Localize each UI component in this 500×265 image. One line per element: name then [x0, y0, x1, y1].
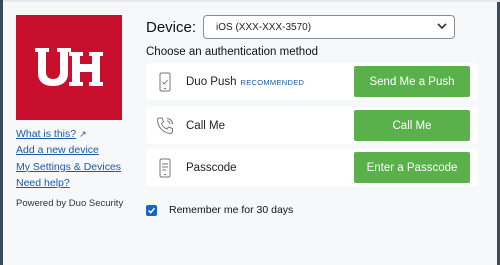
- phone-handset-icon: [150, 116, 180, 136]
- remember-me-row: Remember me for 30 days: [146, 204, 293, 216]
- what-is-this-link[interactable]: What is this? ↗: [16, 126, 121, 142]
- help-links: What is this? ↗ Add a new device My Setti…: [16, 126, 121, 191]
- add-device-link[interactable]: Add a new device: [16, 142, 121, 158]
- uh-logo-mark: [35, 47, 103, 86]
- send-push-button[interactable]: Send Me a Push: [354, 66, 470, 97]
- device-select-value: iOS (XXX-XXX-3570): [216, 21, 312, 33]
- duo-prompt-frame: What is this? ↗ Add a new device My Setti…: [0, 0, 500, 265]
- chevron-down-icon: [437, 22, 447, 32]
- remember-me-label: Remember me for 30 days: [169, 204, 294, 216]
- settings-devices-link[interactable]: My Settings & Devices: [16, 159, 121, 175]
- method-passcode: Passcode Enter a Passcode: [146, 149, 478, 186]
- choose-method-heading: Choose an authentication method: [146, 46, 318, 58]
- passcode-device-icon: [150, 158, 180, 178]
- call-me-button[interactable]: Call Me: [354, 110, 470, 141]
- enter-passcode-button[interactable]: Enter a Passcode: [354, 152, 470, 183]
- device-select[interactable]: iOS (XXX-XXX-3570): [203, 15, 455, 39]
- call-me-label: Call Me: [186, 119, 225, 132]
- what-is-this-label: What is this?: [16, 128, 77, 140]
- powered-by-text: Powered by Duo Security: [16, 198, 124, 209]
- device-label: Device:: [146, 18, 197, 36]
- external-link-icon: ↗: [79, 129, 87, 139]
- need-help-link[interactable]: Need help?: [16, 175, 121, 191]
- recommended-badge: RECOMMENDED: [240, 77, 305, 87]
- method-duo-push: Duo Push RECOMMENDED Send Me a Push: [146, 63, 478, 100]
- method-call-me: Call Me Call Me: [146, 107, 478, 144]
- top-divider: [3, 0, 500, 2]
- passcode-label: Passcode: [186, 161, 237, 174]
- duo-push-text: Duo Push: [186, 75, 237, 88]
- smartphone-icon: [150, 72, 180, 92]
- device-row: Device: iOS (XXX-XXX-3570): [146, 15, 455, 39]
- remember-me-checkbox[interactable]: [146, 204, 157, 216]
- university-logo: [16, 15, 122, 120]
- checkmark-icon: [147, 207, 156, 214]
- duo-push-label: Duo Push RECOMMENDED: [186, 76, 354, 88]
